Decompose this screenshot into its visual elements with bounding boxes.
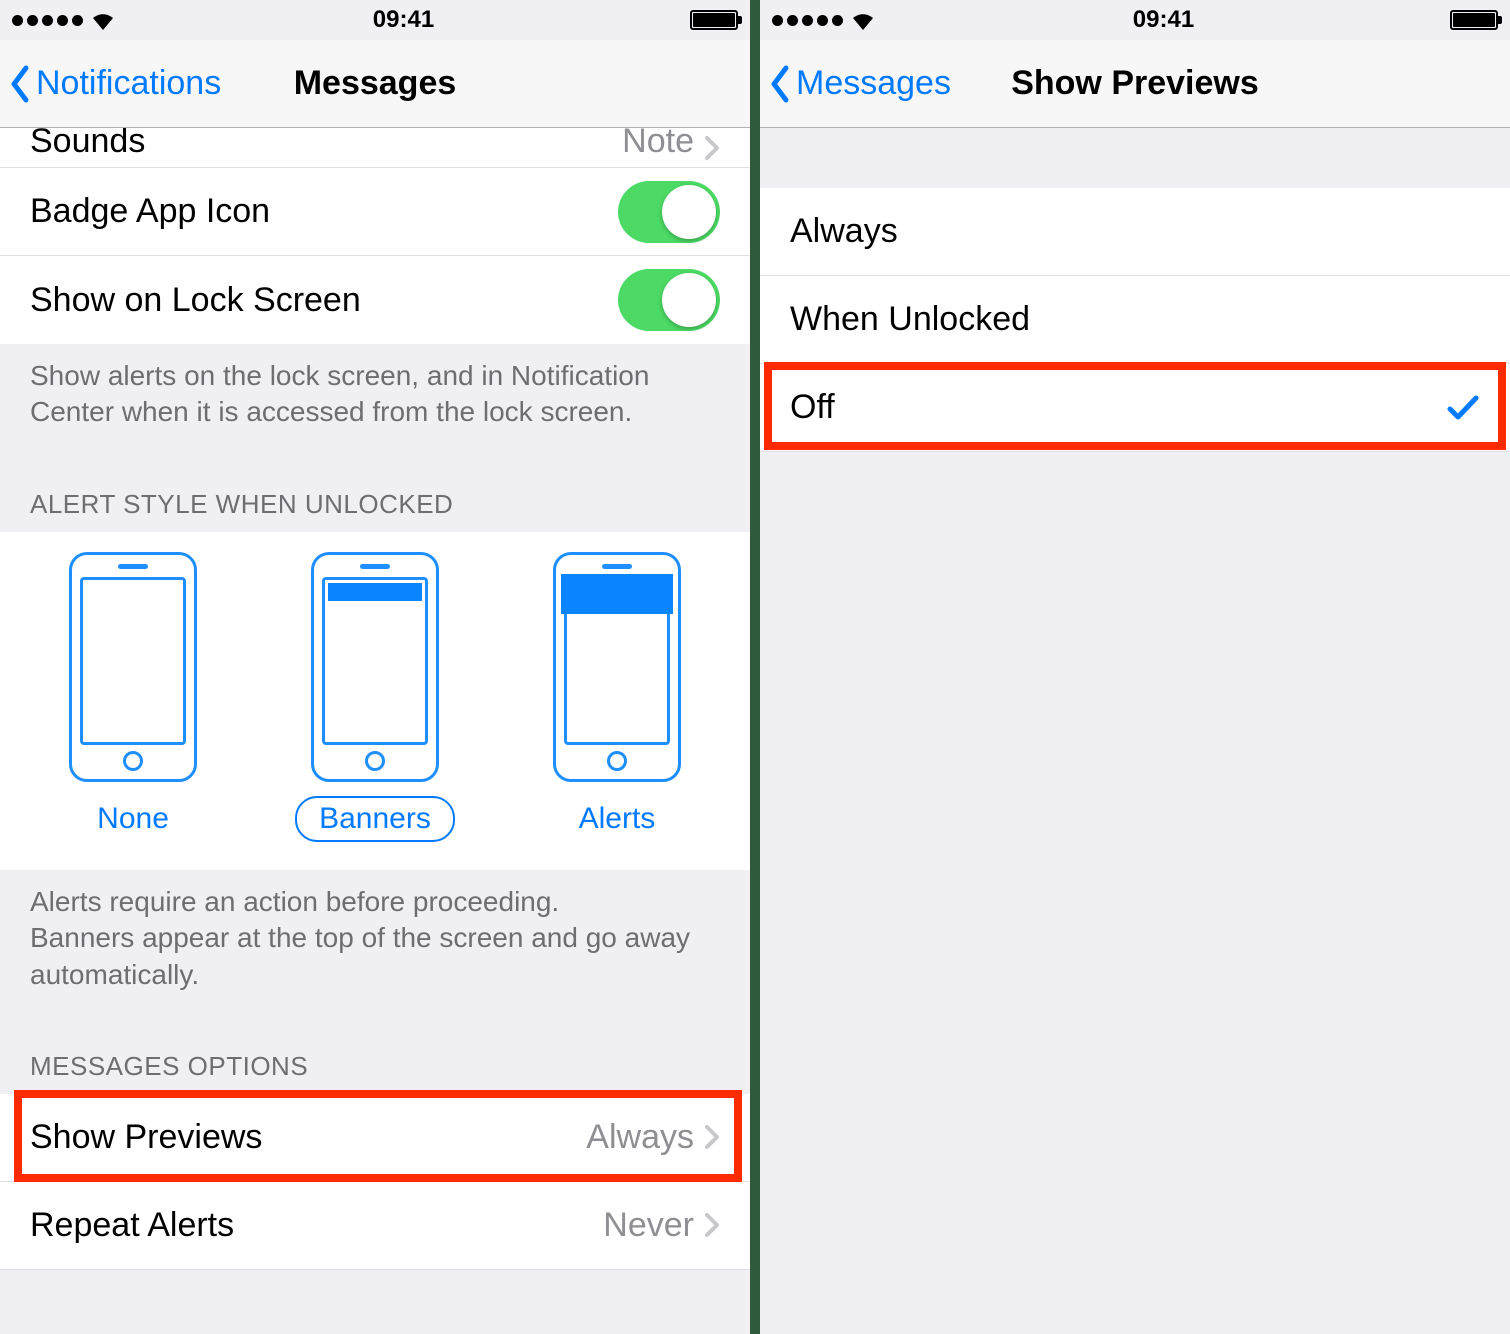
- partial-row-sounds[interactable]: Sounds Note: [0, 128, 750, 168]
- option-label: When Unlocked: [790, 300, 1480, 339]
- section-header-messages-options: MESSAGES OPTIONS: [0, 1021, 750, 1094]
- signal-dots-icon: [772, 15, 843, 26]
- option-always[interactable]: Always: [760, 188, 1510, 276]
- status-time: 09:41: [1133, 6, 1194, 34]
- battery-icon: [690, 10, 738, 30]
- option-label: Always: [790, 212, 1480, 251]
- row-repeat-alerts[interactable]: Repeat Alerts Never: [0, 1182, 750, 1270]
- back-label: Notifications: [36, 64, 221, 103]
- checkmark-icon: [1446, 394, 1480, 422]
- option-when-unlocked[interactable]: When Unlocked: [760, 276, 1510, 364]
- section-footer: Alerts require an action before proceedi…: [0, 870, 750, 1021]
- alert-style-picker: None Banners Alerts: [0, 532, 750, 870]
- chevron-right-icon: [704, 1212, 720, 1238]
- option-label: Off: [790, 388, 1446, 427]
- cell-value: Always: [586, 1118, 694, 1157]
- style-label: None: [73, 796, 193, 842]
- cell-label: Badge App Icon: [30, 192, 618, 231]
- back-button[interactable]: Notifications: [0, 64, 221, 104]
- phone-glyph-alerts-icon: [553, 552, 681, 782]
- chevron-right-icon: [704, 1124, 720, 1150]
- phone-glyph-none-icon: [69, 552, 197, 782]
- cell-label: Show on Lock Screen: [30, 281, 618, 320]
- phone-glyph-banners-icon: [311, 552, 439, 782]
- row-show-previews[interactable]: Show Previews Always: [0, 1094, 750, 1182]
- option-off[interactable]: Off: [760, 364, 1510, 452]
- left-screenshot: 09:41 Notifications Messages Sounds Note: [0, 0, 750, 1334]
- chevron-right-icon: [704, 135, 720, 161]
- section-footer: Show alerts on the lock screen, and in N…: [0, 344, 750, 459]
- screenshot-divider: [750, 0, 760, 1334]
- style-label: Alerts: [555, 796, 680, 842]
- chevron-left-icon: [768, 64, 792, 104]
- cell-label: Repeat Alerts: [30, 1206, 603, 1245]
- section-header-alert-style: ALERT STYLE WHEN UNLOCKED: [0, 459, 750, 532]
- wifi-icon: [89, 10, 117, 30]
- battery-icon: [1450, 10, 1498, 30]
- signal-dots-icon: [12, 15, 83, 26]
- style-label: Banners: [295, 796, 455, 842]
- nav-bar: Messages Show Previews: [760, 40, 1510, 128]
- alert-style-none[interactable]: None: [69, 552, 197, 842]
- wifi-icon: [849, 10, 877, 30]
- cell-value: Never: [603, 1206, 694, 1245]
- row-badge-app-icon[interactable]: Badge App Icon: [0, 168, 750, 256]
- nav-bar: Notifications Messages: [0, 40, 750, 128]
- cell-label: Show Previews: [30, 1118, 586, 1157]
- alert-style-alerts[interactable]: Alerts: [553, 552, 681, 842]
- alert-style-banners[interactable]: Banners: [295, 552, 455, 842]
- status-bar: 09:41: [760, 0, 1510, 40]
- back-label: Messages: [796, 64, 951, 103]
- cell-value: Note: [622, 128, 694, 161]
- right-screenshot: 09:41 Messages Show Previews Always When…: [760, 0, 1510, 1334]
- toggle-switch[interactable]: [618, 269, 720, 331]
- chevron-left-icon: [8, 64, 32, 104]
- cell-label: Sounds: [30, 128, 622, 161]
- status-bar: 09:41: [0, 0, 750, 40]
- back-button[interactable]: Messages: [760, 64, 951, 104]
- status-time: 09:41: [373, 6, 434, 34]
- row-show-on-lock-screen[interactable]: Show on Lock Screen: [0, 256, 750, 344]
- toggle-switch[interactable]: [618, 181, 720, 243]
